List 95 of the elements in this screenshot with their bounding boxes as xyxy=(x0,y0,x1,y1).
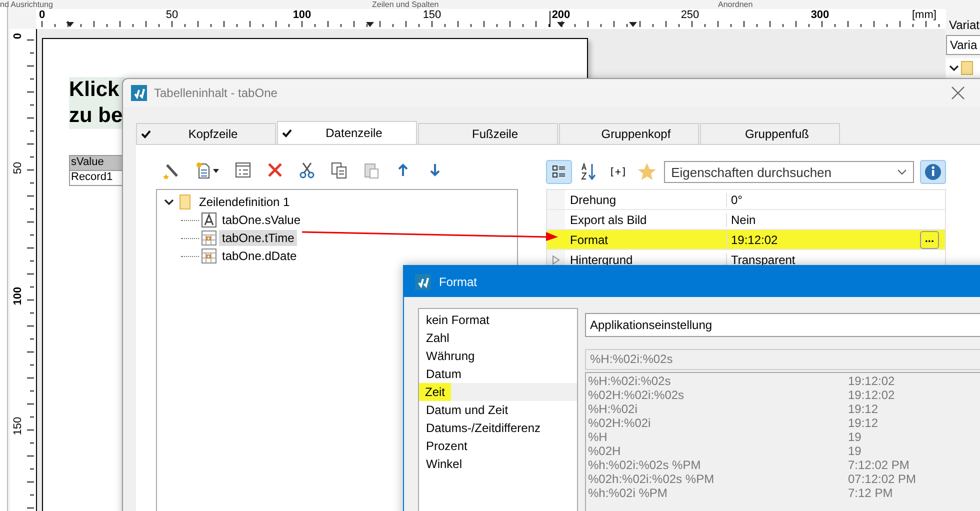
tab[interactable]: Fußzeile xyxy=(418,123,558,144)
format-pattern[interactable]: %02H xyxy=(588,444,848,458)
format-string-field[interactable]: %H:%02i:%02s xyxy=(585,349,980,370)
tab[interactable]: Kopfzeile xyxy=(136,123,276,144)
ruler-label: 100 xyxy=(292,9,312,21)
heading-text: zu be xyxy=(69,103,124,129)
check-icon xyxy=(282,128,292,138)
ruler-label: 100 xyxy=(12,286,24,306)
cut-icon[interactable] xyxy=(298,161,316,179)
format-pattern[interactable]: %H xyxy=(588,430,848,444)
panel-title: Variat xyxy=(948,18,980,32)
property-search-dropdown[interactable]: Eigenschaften durchsuchen xyxy=(664,161,914,183)
text-field-icon xyxy=(201,212,217,228)
ruler-label: 300 xyxy=(810,9,830,21)
tree-item[interactable]: tabOne.sValue xyxy=(219,212,304,228)
ribbon-group-label: Zeilen und Spalten xyxy=(372,0,439,9)
property-row[interactable]: Export als Bild Nein xyxy=(547,210,945,230)
copy-icon[interactable] xyxy=(330,161,348,179)
tree-item[interactable]: tabOne.tTime xyxy=(219,230,298,246)
category-item[interactable]: Währung xyxy=(419,347,577,365)
tree-item[interactable]: tabOne.dDate xyxy=(219,248,300,264)
format-sample[interactable]: 07:12:02 PM xyxy=(848,472,916,486)
property-row[interactable]: Format 19:12:02 ... xyxy=(547,230,945,250)
category-item[interactable]: Datum xyxy=(419,365,577,383)
chevron-icon[interactable] xyxy=(164,196,174,206)
tab[interactable]: Gruppenfuß xyxy=(700,123,840,144)
categorized-view-icon[interactable] xyxy=(546,160,572,184)
property-row[interactable]: Drehung 0° xyxy=(547,190,945,210)
category-item[interactable]: Zeit xyxy=(419,383,577,401)
ruler-label: 0 xyxy=(12,32,24,42)
tab[interactable]: Datenzeile xyxy=(277,121,417,144)
property-value: Nein xyxy=(730,212,757,226)
ruler-label: 50 xyxy=(12,160,24,176)
format-sample[interactable]: 19:12:02 xyxy=(848,374,895,388)
category-item[interactable]: kein Format xyxy=(419,311,577,329)
expand-icon[interactable] xyxy=(552,254,560,264)
form-icon[interactable] xyxy=(234,161,252,179)
format-sample[interactable]: 19 xyxy=(848,430,862,444)
chevron-icon[interactable] xyxy=(949,64,959,72)
format-pattern[interactable]: %02h:%02i:%02s %PM xyxy=(588,472,848,486)
ruler-label: 50 xyxy=(164,9,180,21)
ruler-label: 250 xyxy=(680,9,700,21)
ruler-label: 150 xyxy=(422,9,442,21)
app-icon xyxy=(131,85,147,101)
format-pattern[interactable]: %h:%02i %PM xyxy=(588,486,848,500)
tree-item[interactable]: Zeilendefinition 1 xyxy=(196,194,293,210)
property-value: Transparent xyxy=(730,252,796,266)
mode-dropdown[interactable]: Applikationseinstellung xyxy=(585,313,980,337)
ruler-label: 0 xyxy=(38,9,46,21)
info-icon[interactable] xyxy=(920,160,946,184)
folder-icon xyxy=(179,194,191,210)
new-document-icon[interactable] xyxy=(194,161,220,179)
variables-field[interactable]: Varia xyxy=(946,35,980,55)
property-name: Export als Bild xyxy=(565,212,727,226)
property-name: Format xyxy=(565,232,727,246)
format-sample[interactable]: 19:12:02 xyxy=(848,388,895,402)
tab[interactable]: Gruppenkopf xyxy=(559,123,699,144)
calendar-icon xyxy=(201,248,217,264)
category-item[interactable]: Winkel xyxy=(419,455,577,473)
property-name: Drehung xyxy=(565,192,727,206)
property-value: 19:12:02 xyxy=(730,232,779,246)
dropdown-caret-icon xyxy=(897,169,908,175)
app-icon xyxy=(415,274,431,290)
delete-icon[interactable] xyxy=(266,161,284,179)
format-sample[interactable]: 19:12 xyxy=(848,402,878,416)
table-cell: Record1 xyxy=(69,171,125,186)
ruler-unit: [mm] xyxy=(912,9,936,21)
window-title: Format xyxy=(439,274,478,288)
format-pattern[interactable]: %h:%02i:%02s %PM xyxy=(588,458,848,472)
heading-text: Klick xyxy=(69,77,120,103)
ruler-label: 150 xyxy=(12,416,24,436)
category-item[interactable]: Zahl xyxy=(419,329,577,347)
check-icon xyxy=(141,130,151,138)
ribbon-group-label: nd Ausrichtung xyxy=(0,0,53,9)
format-sample[interactable]: 19 xyxy=(848,444,862,458)
format-pattern[interactable]: %H:%02i:%02s xyxy=(588,374,848,388)
category-item[interactable]: Datum und Zeit xyxy=(419,401,577,419)
property-value: 0° xyxy=(730,192,744,206)
calendar-icon xyxy=(201,230,217,246)
category-item[interactable]: Datums-/Zeitdifferenz xyxy=(419,419,577,437)
format-sample[interactable]: 7:12 PM xyxy=(848,486,893,500)
ribbon-group-label: Anordnen xyxy=(718,0,753,9)
ellipsis-button[interactable]: ... xyxy=(920,230,939,248)
category-item[interactable]: Prozent xyxy=(419,437,577,455)
window-title: Tabelleninhalt - tabOne xyxy=(154,86,278,100)
format-pattern[interactable]: %02H:%02i:%02s xyxy=(588,388,848,402)
tree-node-icon xyxy=(961,61,973,75)
format-pattern[interactable]: %02H:%02i xyxy=(588,416,848,430)
table-header-cell: sValue xyxy=(69,155,125,171)
format-pattern[interactable]: %H:%02i xyxy=(588,402,848,416)
format-sample[interactable]: 19:12 xyxy=(848,416,878,430)
expand-all-button[interactable]: [+] xyxy=(606,166,630,178)
close-icon[interactable] xyxy=(951,86,965,100)
ruler-label: 200 xyxy=(551,9,571,21)
format-sample[interactable]: 7:12:02 PM xyxy=(848,458,910,472)
